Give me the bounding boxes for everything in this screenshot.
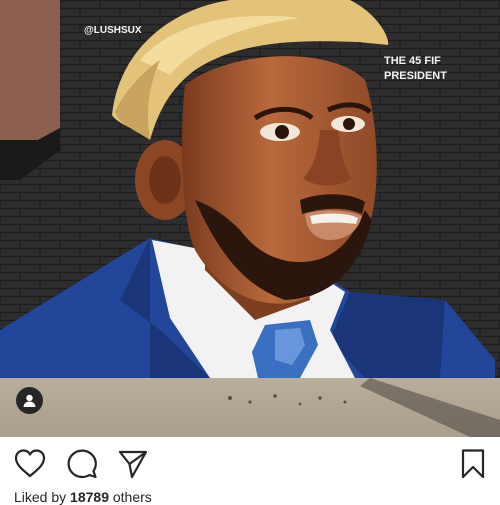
mural-image: @LUSHSUX THE 45 FIF PRESIDENT (0, 0, 500, 437)
mural-handle-text: @LUSHSUX (84, 25, 142, 36)
likes-summary[interactable]: Liked by 18789 others (14, 489, 152, 505)
likes-prefix: Liked by (14, 489, 71, 505)
mural-caption-line2: PRESIDENT (384, 70, 447, 82)
post-action-bar (0, 437, 500, 489)
save-button[interactable] (456, 447, 490, 481)
bookmark-icon (461, 449, 485, 479)
likes-suffix: others (108, 489, 152, 505)
mural-caption-line1: THE 45 FIF (384, 55, 441, 67)
heart-icon (14, 449, 46, 478)
person-icon (23, 394, 36, 407)
likes-count: 18789 (70, 489, 109, 505)
like-button[interactable] (13, 447, 47, 481)
comment-button[interactable] (65, 447, 99, 481)
send-icon (118, 450, 148, 479)
comment-icon (67, 449, 97, 479)
building-corner (0, 0, 60, 140)
post-photo[interactable]: @LUSHSUX THE 45 FIF PRESIDENT (0, 0, 500, 437)
share-button[interactable] (116, 447, 150, 481)
tagged-people-button[interactable] (16, 387, 43, 414)
